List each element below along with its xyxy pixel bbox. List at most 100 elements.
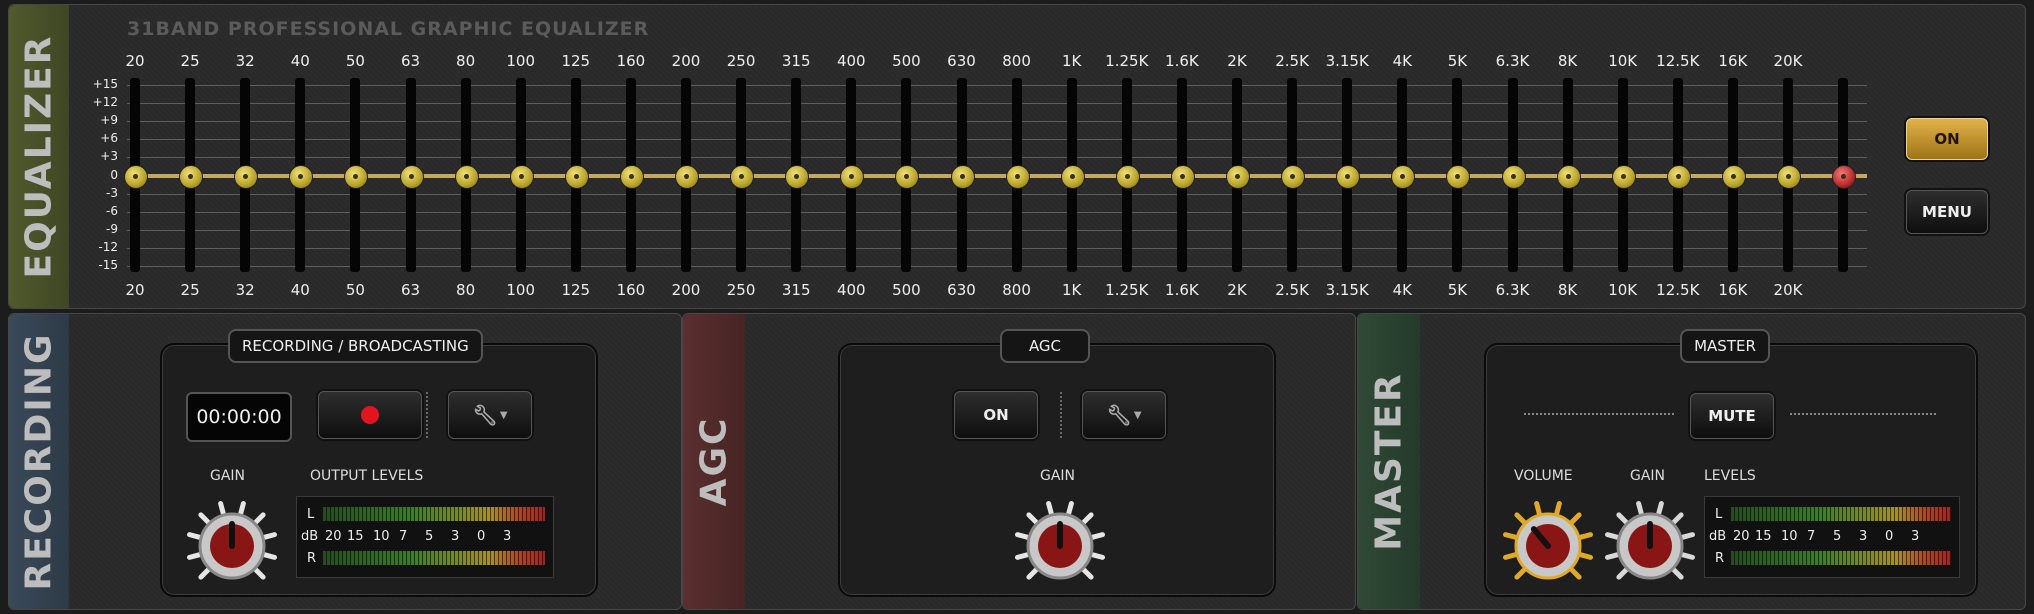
eq-slider-knob-250[interactable] — [730, 164, 755, 189]
db-gridline — [127, 85, 1867, 86]
master-gain-label: GAIN — [1630, 468, 1666, 484]
eq-slider-knob-4K[interactable] — [1391, 164, 1416, 189]
knob-tick — [1569, 567, 1582, 580]
master-volume-knob[interactable] — [1502, 500, 1594, 592]
eq-band-label-bot: 5K — [1447, 281, 1468, 299]
meter-right-bar — [323, 551, 545, 565]
eq-slider-knob-400[interactable] — [840, 164, 865, 189]
chevron-down-icon: ▼ — [499, 409, 508, 421]
eq-slider-knob-16K[interactable] — [1721, 164, 1746, 189]
knob-tick — [1090, 552, 1106, 560]
meter-scale-tick: 15 — [347, 529, 364, 544]
eq-slider-knob-800[interactable] — [1005, 164, 1030, 189]
eq-slider-knob-10K[interactable] — [1611, 164, 1636, 189]
meter-scale: 20 15 10 7 5 3 0 3 — [325, 529, 529, 544]
master-level-meter: L dB 20 15 10 7 5 3 0 3 R — [1704, 496, 1960, 578]
eq-band-label-top: 250 — [726, 52, 756, 70]
eq-band-label-bot: 1.25K — [1105, 281, 1149, 299]
eq-slider-knob-200[interactable] — [675, 164, 699, 189]
master-divider-right — [1790, 413, 1936, 415]
agc-separator — [1060, 392, 1062, 438]
eq-slider-knob-80[interactable] — [454, 164, 479, 189]
eq-band-label-top: 100 — [506, 52, 535, 70]
eq-slider-knob-20[interactable] — [124, 164, 148, 189]
meter-scale-tick: 7 — [399, 529, 408, 544]
wrench-icon: 🔧︎ — [472, 403, 498, 427]
eq-slider-knob-3.15K[interactable] — [1336, 164, 1361, 189]
recording-gain-knob[interactable] — [186, 500, 278, 592]
eq-band-label-bot: 50 — [345, 281, 365, 299]
eq-band-label-top: 400 — [836, 52, 866, 70]
knob-tick — [1578, 552, 1594, 560]
equalizer-menu-button[interactable]: MENU — [1906, 190, 1988, 234]
knob-tick — [1014, 532, 1030, 540]
knob-tick — [186, 552, 202, 560]
knob-tick — [1616, 512, 1629, 525]
eq-band-label-bot: 63 — [400, 281, 421, 299]
eq-slider-knob-100[interactable] — [509, 164, 534, 189]
eq-band-label-bot: 4K — [1392, 281, 1412, 299]
knob-tick — [1081, 512, 1094, 525]
recording-output-levels-label: OUTPUT LEVELS — [310, 468, 424, 484]
eq-band-label-top: 16K — [1718, 52, 1748, 70]
eq-slider-knob-25[interactable] — [179, 164, 204, 189]
eq-band-label-top: 4K — [1392, 52, 1412, 70]
knob-tick — [1604, 532, 1620, 540]
eq-band-label-top: 800 — [1002, 52, 1031, 70]
knob-tick — [198, 567, 211, 580]
eq-slider-knob-1.6K[interactable] — [1170, 164, 1195, 189]
agc-gain-knob[interactable] — [1014, 500, 1106, 592]
db-gridline — [127, 266, 1867, 267]
knob-tick — [1656, 500, 1664, 516]
eq-slider-knob-2.5K[interactable] — [1281, 164, 1306, 189]
eq-slider-knob-32[interactable] — [234, 164, 259, 189]
eq-slider-knob-20K[interactable] — [1777, 164, 1801, 189]
eq-band-label-top: 20 — [125, 52, 145, 70]
eq-band-label-top: 1.25K — [1105, 52, 1149, 70]
db-gridline — [127, 121, 1867, 123]
eq-band-label-top: 50 — [345, 52, 365, 70]
eq-slider-knob-40[interactable] — [289, 164, 314, 189]
agc-on-button[interactable]: ON — [954, 391, 1038, 439]
record-icon — [361, 406, 379, 424]
preamp-slider-knob[interactable] — [1832, 164, 1857, 189]
eq-slider-knob-2K[interactable] — [1226, 164, 1250, 189]
eq-slider-knob-5K[interactable] — [1446, 164, 1471, 189]
agc-settings-button[interactable]: 🔧︎ ▼ — [1082, 391, 1166, 439]
eq-slider-knob-160[interactable] — [619, 164, 644, 189]
eq-band-label-bot: 1K — [1061, 281, 1082, 299]
eq-slider-knob-50[interactable] — [344, 164, 369, 189]
eq-slider-knob-6.3K[interactable] — [1501, 164, 1526, 189]
recording-settings-button[interactable]: 🔧︎ ▼ — [448, 391, 532, 439]
record-button[interactable] — [318, 391, 422, 439]
eq-slider-knob-63[interactable] — [399, 164, 424, 189]
eq-slider-knob-1.25K[interactable] — [1115, 164, 1140, 189]
master-gain-knob[interactable] — [1604, 500, 1696, 592]
eq-band-label-top: 1K — [1061, 52, 1082, 70]
db-gridline — [127, 103, 1867, 105]
master-volume-label: VOLUME — [1514, 468, 1573, 484]
eq-slider-knob-630[interactable] — [950, 164, 975, 189]
eq-band-label-bot: 8K — [1557, 281, 1578, 299]
knob-tick — [238, 500, 246, 516]
knob-tick — [262, 552, 278, 560]
eq-slider-knob-1K[interactable] — [1060, 164, 1085, 189]
knob-tick — [1514, 512, 1527, 525]
mute-button[interactable]: MUTE — [1690, 393, 1774, 439]
db-scale-label: -6 — [106, 203, 118, 218]
knob-tick — [1578, 532, 1594, 540]
knob-tick — [1514, 567, 1527, 580]
equalizer-on-button[interactable]: ON — [1906, 118, 1988, 160]
eq-slider-knob-125[interactable] — [564, 164, 589, 189]
knob-tick — [1636, 500, 1644, 516]
agc-side-label: AGC — [693, 416, 735, 507]
eq-slider-knob-8K[interactable] — [1556, 164, 1581, 189]
eq-slider-knob-500[interactable] — [895, 164, 920, 189]
eq-slider-knob-12.5K[interactable] — [1666, 164, 1691, 189]
knob-tick — [218, 500, 226, 516]
knob-tick — [1680, 532, 1696, 540]
meter-scale-tick: 15 — [1755, 529, 1772, 544]
rotary-knob-graphic — [186, 500, 278, 580]
db-gridline — [127, 139, 1867, 141]
eq-slider-knob-315[interactable] — [785, 164, 810, 189]
